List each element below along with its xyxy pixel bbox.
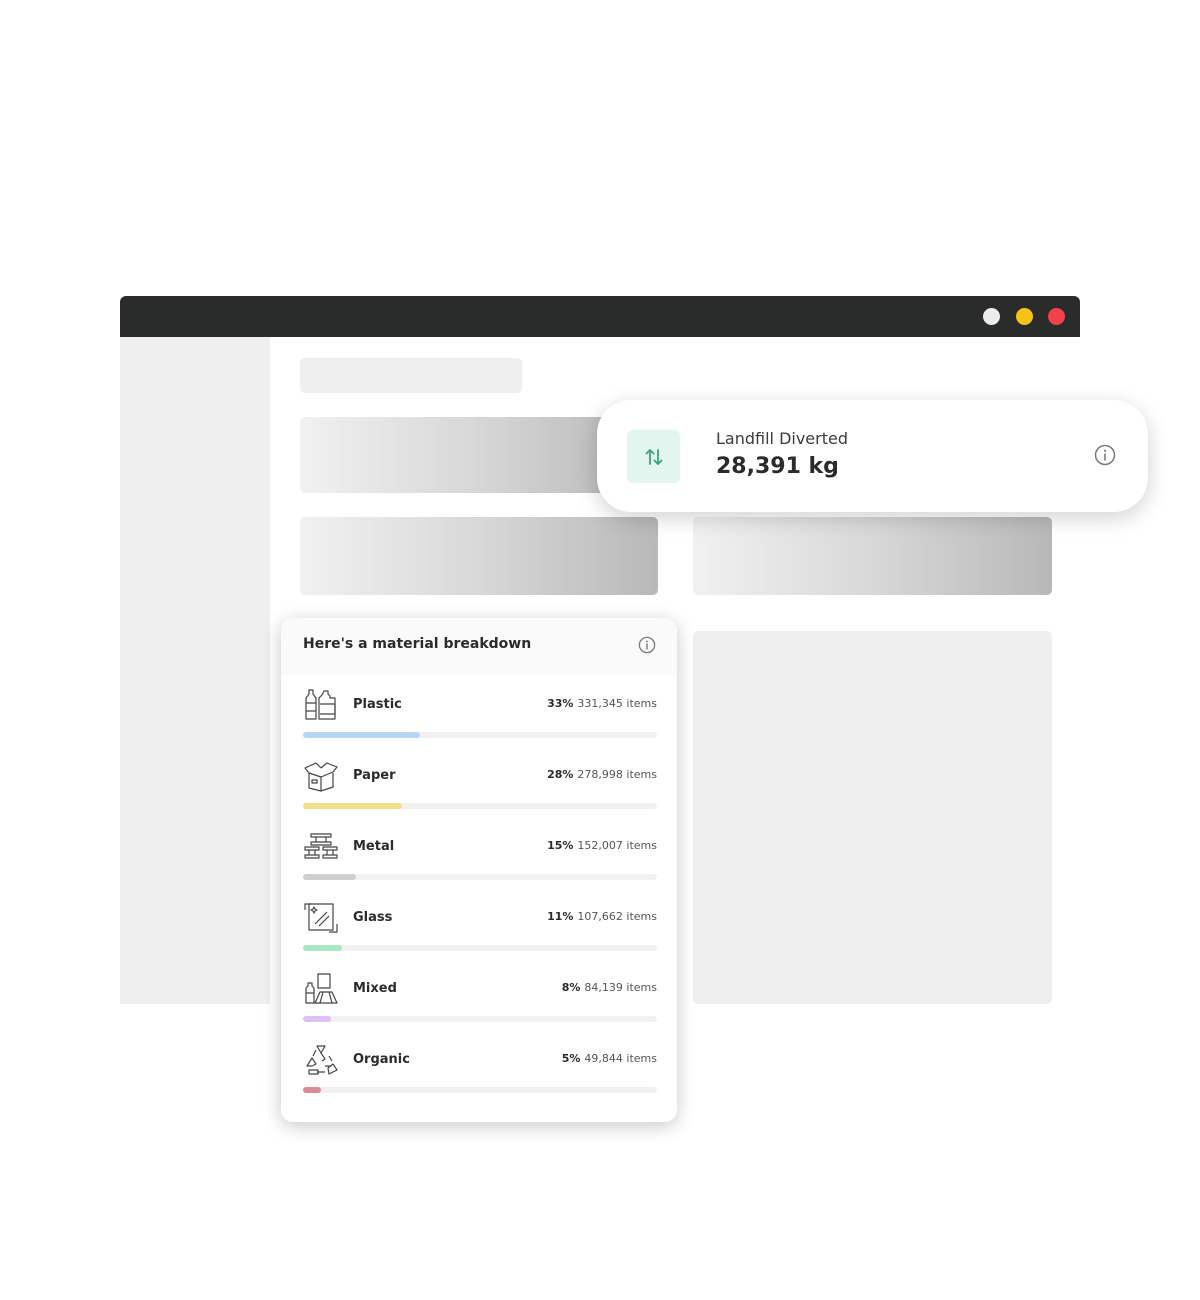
progress-fill — [303, 945, 342, 951]
material-stats: 5% 49,844 items — [562, 1052, 657, 1065]
stat-value: 28,391 kg — [716, 454, 839, 479]
window-title-bar — [120, 296, 1080, 337]
progress-track — [303, 945, 657, 951]
progress-track — [303, 874, 657, 880]
window-dot-yellow[interactable] — [1016, 308, 1033, 325]
material-name: Glass — [353, 910, 393, 925]
window-dot-white[interactable] — [983, 308, 1000, 325]
material-row-metal: Metal 15% 152,007 items — [281, 829, 677, 889]
material-row-organic: Organic 5% 49,844 items — [281, 1042, 677, 1102]
progress-track — [303, 732, 657, 738]
material-percent: 28% — [547, 768, 574, 781]
material-percent: 15% — [547, 839, 574, 852]
swap-vertical-arrows-icon — [627, 430, 680, 483]
material-stats: 33% 331,345 items — [547, 697, 657, 710]
material-row-glass: Glass 11% 107,662 items — [281, 900, 677, 960]
material-name: Plastic — [353, 697, 402, 712]
material-items: 331,345 items — [577, 697, 657, 710]
material-stats: 8% 84,139 items — [562, 981, 657, 994]
material-stats: 11% 107,662 items — [547, 910, 657, 923]
skeleton-card — [693, 517, 1052, 595]
material-percent: 8% — [561, 981, 581, 994]
material-name: Organic — [353, 1052, 410, 1067]
recycle-icon — [306, 1045, 338, 1075]
material-name: Mixed — [353, 981, 397, 996]
sidebar-placeholder — [120, 337, 270, 1004]
material-row-paper: Paper 28% 278,998 items — [281, 758, 677, 818]
progress-fill — [303, 803, 403, 809]
material-percent: 33% — [547, 697, 574, 710]
progress-track — [303, 803, 657, 809]
skeleton-panel — [693, 631, 1052, 1004]
progress-fill — [303, 1087, 321, 1093]
progress-fill — [303, 732, 420, 738]
cardboard-box-icon — [304, 762, 338, 792]
skeleton-heading — [300, 358, 522, 393]
window-dot-red[interactable] — [1048, 308, 1065, 325]
plastic-bottles-icon — [305, 689, 336, 720]
breakdown-header: Here's a material breakdown — [281, 618, 677, 675]
material-stats: 15% 152,007 items — [547, 839, 657, 852]
progress-fill — [303, 874, 357, 880]
material-row-mixed: Mixed 8% 84,139 items — [281, 971, 677, 1031]
material-breakdown-card: Here's a material breakdown Plastic 33% 3… — [281, 618, 677, 1122]
material-items: 107,662 items — [577, 910, 657, 923]
metal-beams-icon — [304, 833, 338, 859]
skeleton-card — [300, 517, 658, 595]
stat-label: Landfill Diverted — [716, 429, 848, 448]
info-icon[interactable] — [1094, 444, 1116, 470]
material-name: Metal — [353, 839, 395, 854]
material-row-plastic: Plastic 33% 331,345 items — [281, 687, 677, 747]
info-icon[interactable] — [638, 636, 656, 658]
material-name: Paper — [353, 768, 396, 783]
material-percent: 5% — [561, 1052, 581, 1065]
glass-pane-icon — [304, 903, 338, 933]
mixed-materials-icon — [305, 973, 338, 1004]
progress-track — [303, 1016, 657, 1022]
material-stats: 28% 278,998 items — [547, 768, 657, 781]
landfill-diverted-card: Landfill Diverted 28,391 kg — [597, 400, 1148, 512]
breakdown-title: Here's a material breakdown — [303, 636, 532, 652]
progress-fill — [303, 1016, 332, 1022]
material-items: 278,998 items — [577, 768, 657, 781]
progress-track — [303, 1087, 657, 1093]
material-items: 152,007 items — [577, 839, 657, 852]
skeleton-card — [300, 417, 640, 493]
material-items: 84,139 items — [584, 981, 657, 994]
material-items: 49,844 items — [584, 1052, 657, 1065]
material-percent: 11% — [547, 910, 574, 923]
